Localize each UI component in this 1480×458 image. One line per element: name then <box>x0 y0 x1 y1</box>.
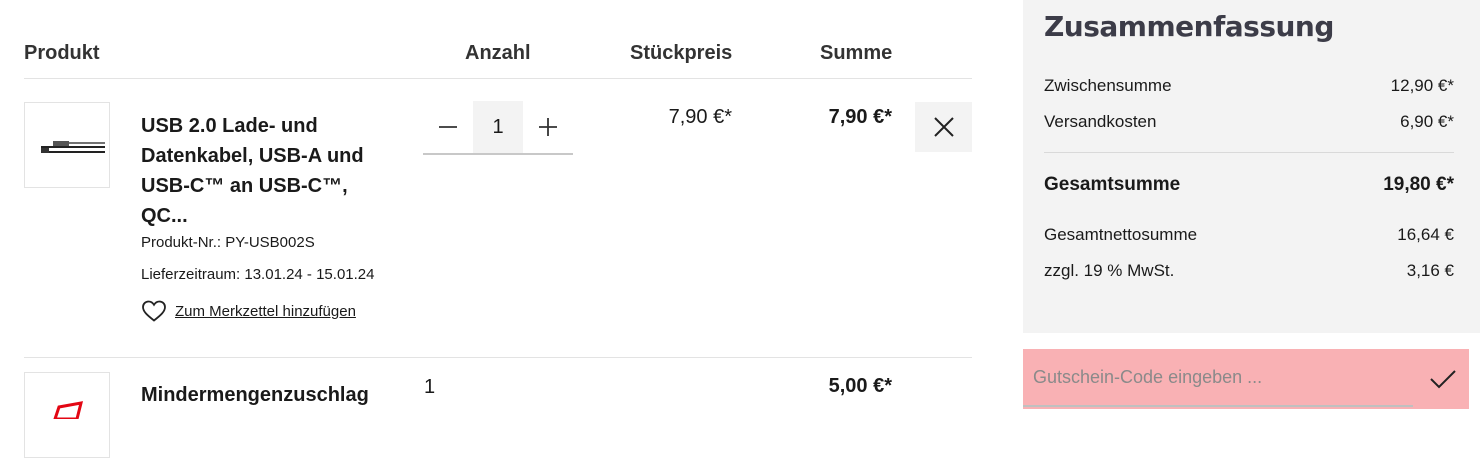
header-quantity: Anzahl <box>465 42 531 64</box>
wishlist-label[interactable]: Zum Merkzettel hinzufügen <box>175 303 356 320</box>
line-sum: 7,90 €* <box>828 106 892 128</box>
surcharge-icon <box>52 401 84 421</box>
surcharge-quantity: 1 <box>424 376 436 398</box>
voucher-submit-button[interactable] <box>1425 361 1461 397</box>
minus-icon <box>439 126 457 128</box>
quantity-value[interactable]: 1 <box>473 101 523 153</box>
surcharge-name: Mindermengenzuschlag <box>141 384 369 406</box>
checkmark-icon <box>1430 370 1456 389</box>
row-divider <box>24 357 972 358</box>
voucher-form <box>1023 349 1469 409</box>
product-thumbnail[interactable] <box>24 102 110 188</box>
subtotal-value: 12,90 €* <box>1390 76 1454 95</box>
usb-cable-image <box>41 141 105 153</box>
increase-quantity-button[interactable] <box>523 101 573 153</box>
subtotal-label: Zwischensumme <box>1044 76 1172 95</box>
quantity-stepper[interactable]: 1 <box>423 101 573 155</box>
cart-table-header: Produkt Anzahl Stückpreis Summe <box>24 30 972 79</box>
close-icon <box>933 117 954 137</box>
header-sum: Summe <box>820 42 893 64</box>
product-number: Produkt-Nr.: PY-USB002S <box>141 234 315 251</box>
net-total-value: 16,64 € <box>1397 225 1454 244</box>
summary-title: Zusammenfassung <box>1044 10 1334 43</box>
vat-label: zzgl. 19 % MwSt. <box>1044 261 1175 280</box>
shipping-label: Versandkosten <box>1044 112 1157 131</box>
unit-price: 7,90 €* <box>668 106 732 128</box>
order-summary: Zusammenfassung Zwischensumme 12,90 €* V… <box>1023 0 1480 333</box>
delivery-period: Lieferzeitraum: 13.01.24 - 15.01.24 <box>141 266 375 283</box>
net-total-label: Gesamtnettosumme <box>1044 225 1198 244</box>
shipping-value: 6,90 €* <box>1400 112 1454 131</box>
summary-divider <box>1044 152 1454 153</box>
heart-icon <box>142 300 166 322</box>
product-name[interactable]: USB 2.0 Lade- und Datenkabel, USB-A und … <box>141 111 391 231</box>
total-label: Gesamtsumme <box>1044 174 1181 195</box>
remove-item-button[interactable] <box>915 102 972 152</box>
add-to-wishlist-link[interactable]: Zum Merkzettel hinzufügen <box>141 299 356 323</box>
total-value: 19,80 €* <box>1383 174 1454 195</box>
vat-value: 3,16 € <box>1406 261 1454 280</box>
decrease-quantity-button[interactable] <box>423 101 473 153</box>
surcharge-sum: 5,00 €* <box>828 375 892 397</box>
plus-icon <box>539 118 557 136</box>
voucher-code-input[interactable] <box>1023 349 1413 407</box>
header-unit-price: Stückpreis <box>630 42 733 64</box>
surcharge-thumbnail <box>24 372 110 458</box>
header-product: Produkt <box>24 42 100 64</box>
